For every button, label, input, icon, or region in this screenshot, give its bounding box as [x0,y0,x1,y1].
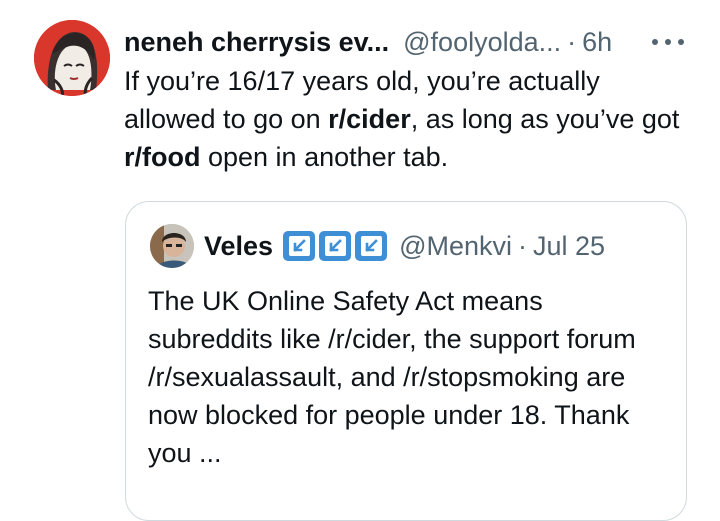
quoted-tweet-header: Veles @Menkvi · Jul 25 [204,228,605,264]
author-handle[interactable]: @foolyolda... [403,27,561,58]
subreddit-mention-food: r/food [124,142,201,172]
more-dot [678,39,684,45]
author-display-name[interactable]: neneh cherrysis ev... [124,27,389,58]
quoted-tweet-card[interactable]: Veles @Menkvi · Jul 25 The UK Online Saf… [125,201,687,521]
quoted-author-handle: @Menkvi [399,230,513,261]
more-horizontal-icon[interactable] [652,30,684,54]
quoted-header-separator: · [518,230,528,261]
tweet-header: neneh cherrysis ev... @foolyolda... · 6h [124,22,612,62]
tweet-timestamp[interactable]: 6h [582,27,612,58]
arrow-down-left-icon [319,231,352,261]
more-dot [652,39,658,45]
header-separator: · [567,26,577,57]
arrow-down-left-icon [355,231,388,261]
quoted-tweet-date: Jul 25 [533,230,606,261]
quoted-tweet-text: The UK Online Safety Act means subreddit… [148,286,636,468]
more-dot [665,39,671,45]
quoted-author-display-name: Veles [204,230,274,261]
avatar-illustration [34,20,110,96]
quoted-avatar-photo [150,224,194,268]
quoted-author-avatar [150,224,194,268]
badge-group [283,231,388,261]
arrow-down-left-icon [283,231,316,261]
subreddit-mention-cider: r/cider [328,104,411,134]
author-avatar[interactable] [34,20,110,96]
tweet-text: If you’re 16/17 years old, you’re actual… [124,62,694,176]
tweet-text-part: , as long as you’ve got [410,104,680,134]
tweet-text-part: open in another tab. [200,142,449,172]
